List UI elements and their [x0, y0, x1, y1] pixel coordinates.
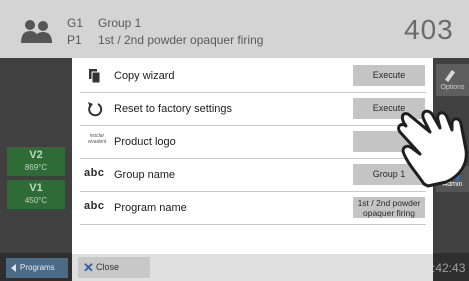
- wrench-icon: [444, 69, 456, 83]
- abc-icon: abc: [84, 200, 105, 212]
- clock: :42:43: [432, 261, 466, 275]
- close-button[interactable]: ✕ Close: [78, 257, 150, 278]
- program-name: 1st / 2nd powder opaquer firing: [98, 33, 264, 47]
- program-name-button[interactable]: 1st / 2nd powder opaquer firing: [353, 197, 425, 218]
- group-name: Group 1: [98, 16, 142, 30]
- dialog-footer: ✕ Close: [72, 254, 433, 281]
- group-code: G1: [67, 16, 84, 30]
- program-name-label: Program name: [114, 202, 187, 214]
- programs-button[interactable]: Programs: [6, 258, 68, 278]
- group-name-label: Group name: [114, 169, 176, 181]
- close-label: Close: [96, 262, 120, 272]
- reset-label: Reset to factory settings: [114, 103, 232, 115]
- settings-dialog: Copy wizard Execute Reset to factory set…: [72, 58, 433, 281]
- list-item-group-name: abc Group name Group 1: [80, 159, 426, 192]
- list-item-reset: Reset to factory settings Execute: [80, 93, 426, 126]
- list-item-copy-wizard: Copy wizard Execute: [80, 60, 426, 93]
- temperature-display: 403: [404, 14, 454, 45]
- logo-icon: ivoclar vivadent: [87, 133, 107, 145]
- list-item-program-name: abc Program name 1st / 2nd powder opaque…: [80, 192, 426, 225]
- arrow-left-icon: [11, 264, 16, 272]
- program-code: P1: [67, 33, 82, 47]
- v1-label: V1: [29, 182, 43, 194]
- options-label: Options: [440, 84, 465, 91]
- users-icon: [21, 20, 52, 43]
- copy-icon: [89, 69, 101, 84]
- pointing-hand-icon: [397, 109, 468, 188]
- reset-icon: [88, 102, 103, 117]
- v2-temperature: 869°C: [24, 163, 48, 172]
- close-icon: ✕: [83, 260, 94, 275]
- copy-wizard-execute-button[interactable]: Execute: [353, 65, 425, 86]
- product-logo-label: Product logo: [114, 136, 176, 148]
- abc-icon: abc: [84, 167, 105, 179]
- v2-label: V2: [29, 149, 43, 161]
- vacuum-badge-v1: V1 450°C: [7, 180, 65, 209]
- programs-label: Programs: [20, 263, 55, 272]
- v1-temperature: 450°C: [24, 196, 48, 205]
- copy-wizard-label: Copy wizard: [114, 70, 175, 82]
- status-header: G1 Group 1 P1 1st / 2nd powder opaquer f…: [0, 0, 469, 58]
- vacuum-badge-v2: V2 869°C: [7, 147, 65, 176]
- list-item-product-logo: ivoclar vivadent Product logo: [80, 126, 426, 159]
